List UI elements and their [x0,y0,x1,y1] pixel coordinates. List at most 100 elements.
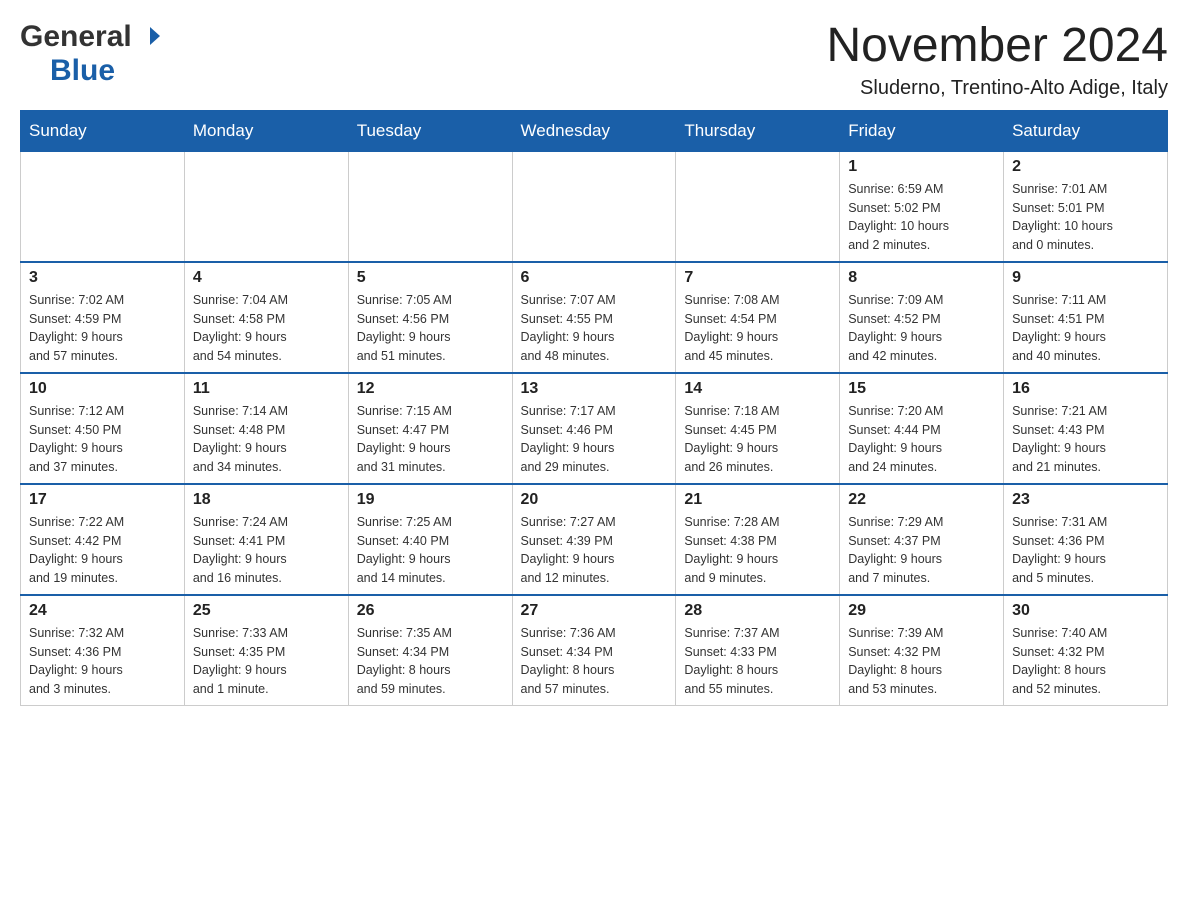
day-info: Sunrise: 7:32 AMSunset: 4:36 PMDaylight:… [29,624,176,699]
day-info: Sunrise: 6:59 AMSunset: 5:02 PMDaylight:… [848,180,995,255]
day-number: 9 [1012,269,1159,287]
logo: General Blue [20,20,162,88]
day-info: Sunrise: 7:04 AMSunset: 4:58 PMDaylight:… [193,291,340,366]
calendar-cell: 18 Sunrise: 7:24 AMSunset: 4:41 PMDayligh… [184,484,348,595]
day-number: 18 [193,491,340,509]
day-info: Sunrise: 7:11 AMSunset: 4:51 PMDaylight:… [1012,291,1159,366]
day-info: Sunrise: 7:01 AMSunset: 5:01 PMDaylight:… [1012,180,1159,255]
day-info: Sunrise: 7:25 AMSunset: 4:40 PMDaylight:… [357,513,504,588]
day-info: Sunrise: 7:18 AMSunset: 4:45 PMDaylight:… [684,402,831,477]
month-title: November 2024 [826,20,1168,73]
day-number: 30 [1012,602,1159,620]
calendar-cell: 13 Sunrise: 7:17 AMSunset: 4:46 PMDayligh… [512,373,676,484]
calendar-cell: 21 Sunrise: 7:28 AMSunset: 4:38 PMDayligh… [676,484,840,595]
page-header: General Blue November 2024 Sluderno, Tre… [20,20,1168,100]
day-number: 2 [1012,158,1159,176]
calendar-cell: 6 Sunrise: 7:07 AMSunset: 4:55 PMDaylight… [512,262,676,373]
calendar-cell: 7 Sunrise: 7:08 AMSunset: 4:54 PMDaylight… [676,262,840,373]
day-info: Sunrise: 7:21 AMSunset: 4:43 PMDaylight:… [1012,402,1159,477]
calendar-cell: 22Sunrise: 7:29 AMSunset: 4:37 PMDayligh… [840,484,1004,595]
calendar-cell: 11Sunrise: 7:14 AMSunset: 4:48 PMDayligh… [184,373,348,484]
day-info: Sunrise: 7:20 AMSunset: 4:44 PMDaylight:… [848,402,995,477]
weekday-header-monday: Monday [184,110,348,151]
day-number: 20 [521,491,668,509]
day-number: 13 [521,380,668,398]
day-number: 7 [684,269,831,287]
day-number: 23 [1012,491,1159,509]
day-info: Sunrise: 7:24 AMSunset: 4:41 PMDaylight:… [193,513,340,588]
day-number: 15 [848,380,995,398]
calendar-cell: 8Sunrise: 7:09 AMSunset: 4:52 PMDaylight… [840,262,1004,373]
calendar-cell: 30 Sunrise: 7:40 AMSunset: 4:32 PMDayligh… [1004,595,1168,706]
calendar-cell: 28Sunrise: 7:37 AMSunset: 4:33 PMDayligh… [676,595,840,706]
calendar-cell: 3Sunrise: 7:02 AMSunset: 4:59 PMDaylight… [21,262,185,373]
day-number: 6 [521,269,668,287]
calendar-cell: 17 Sunrise: 7:22 AMSunset: 4:42 PMDayligh… [21,484,185,595]
weekday-header-tuesday: Tuesday [348,110,512,151]
day-info: Sunrise: 7:35 AMSunset: 4:34 PMDaylight:… [357,624,504,699]
week-row-1: 1 Sunrise: 6:59 AMSunset: 5:02 PMDaylight… [21,151,1168,262]
day-number: 27 [521,602,668,620]
weekday-header-thursday: Thursday [676,110,840,151]
day-info: Sunrise: 7:27 AMSunset: 4:39 PMDaylight:… [521,513,668,588]
day-info: Sunrise: 7:02 AMSunset: 4:59 PMDaylight:… [29,291,176,366]
day-info: Sunrise: 7:08 AMSunset: 4:54 PMDaylight:… [684,291,831,366]
logo-general-text: General [20,20,132,54]
day-number: 21 [684,491,831,509]
calendar-cell: 25 Sunrise: 7:33 AMSunset: 4:35 PMDayligh… [184,595,348,706]
calendar-cell: 20 Sunrise: 7:27 AMSunset: 4:39 PMDayligh… [512,484,676,595]
day-info: Sunrise: 7:05 AMSunset: 4:56 PMDaylight:… [357,291,504,366]
calendar-cell [21,151,185,262]
day-number: 17 [29,491,176,509]
day-number: 10 [29,380,176,398]
day-number: 8 [848,269,995,287]
day-info: Sunrise: 7:14 AMSunset: 4:48 PMDaylight:… [193,402,340,477]
calendar-cell: 2 Sunrise: 7:01 AMSunset: 5:01 PMDaylight… [1004,151,1168,262]
day-number: 4 [193,269,340,287]
day-number: 22 [848,491,995,509]
day-info: Sunrise: 7:22 AMSunset: 4:42 PMDaylight:… [29,513,176,588]
day-info: Sunrise: 7:33 AMSunset: 4:35 PMDaylight:… [193,624,340,699]
weekday-header-row: SundayMondayTuesdayWednesdayThursdayFrid… [21,110,1168,151]
calendar-cell: 12Sunrise: 7:15 AMSunset: 4:47 PMDayligh… [348,373,512,484]
day-number: 16 [1012,380,1159,398]
calendar-cell: 27Sunrise: 7:36 AMSunset: 4:34 PMDayligh… [512,595,676,706]
weekday-header-sunday: Sunday [21,110,185,151]
logo-arrow-icon [134,25,162,47]
calendar-cell: 29 Sunrise: 7:39 AMSunset: 4:32 PMDayligh… [840,595,1004,706]
calendar-table: SundayMondayTuesdayWednesdayThursdayFrid… [20,110,1168,706]
week-row-5: 24 Sunrise: 7:32 AMSunset: 4:36 PMDayligh… [21,595,1168,706]
day-number: 24 [29,602,176,620]
location-text: Sluderno, Trentino-Alto Adige, Italy [826,77,1168,100]
day-number: 14 [684,380,831,398]
weekday-header-saturday: Saturday [1004,110,1168,151]
day-number: 25 [193,602,340,620]
calendar-cell [184,151,348,262]
day-number: 29 [848,602,995,620]
calendar-cell [512,151,676,262]
day-info: Sunrise: 7:40 AMSunset: 4:32 PMDaylight:… [1012,624,1159,699]
calendar-cell: 26Sunrise: 7:35 AMSunset: 4:34 PMDayligh… [348,595,512,706]
calendar-cell [348,151,512,262]
calendar-cell: 5 Sunrise: 7:05 AMSunset: 4:56 PMDaylight… [348,262,512,373]
calendar-cell [676,151,840,262]
calendar-cell: 9 Sunrise: 7:11 AMSunset: 4:51 PMDaylight… [1004,262,1168,373]
day-info: Sunrise: 7:07 AMSunset: 4:55 PMDaylight:… [521,291,668,366]
calendar-cell: 15 Sunrise: 7:20 AMSunset: 4:44 PMDayligh… [840,373,1004,484]
logo-blue-text: Blue [50,54,115,87]
calendar-cell: 4 Sunrise: 7:04 AMSunset: 4:58 PMDaylight… [184,262,348,373]
calendar-cell: 23Sunrise: 7:31 AMSunset: 4:36 PMDayligh… [1004,484,1168,595]
calendar-cell: 16 Sunrise: 7:21 AMSunset: 4:43 PMDayligh… [1004,373,1168,484]
calendar-cell: 10Sunrise: 7:12 AMSunset: 4:50 PMDayligh… [21,373,185,484]
day-info: Sunrise: 7:28 AMSunset: 4:38 PMDaylight:… [684,513,831,588]
calendar-cell: 14 Sunrise: 7:18 AMSunset: 4:45 PMDayligh… [676,373,840,484]
weekday-header-friday: Friday [840,110,1004,151]
day-info: Sunrise: 7:17 AMSunset: 4:46 PMDaylight:… [521,402,668,477]
week-row-4: 17 Sunrise: 7:22 AMSunset: 4:42 PMDayligh… [21,484,1168,595]
weekday-header-wednesday: Wednesday [512,110,676,151]
day-number: 1 [848,158,995,176]
day-info: Sunrise: 7:39 AMSunset: 4:32 PMDaylight:… [848,624,995,699]
day-number: 5 [357,269,504,287]
day-number: 12 [357,380,504,398]
calendar-cell: 1 Sunrise: 6:59 AMSunset: 5:02 PMDaylight… [840,151,1004,262]
